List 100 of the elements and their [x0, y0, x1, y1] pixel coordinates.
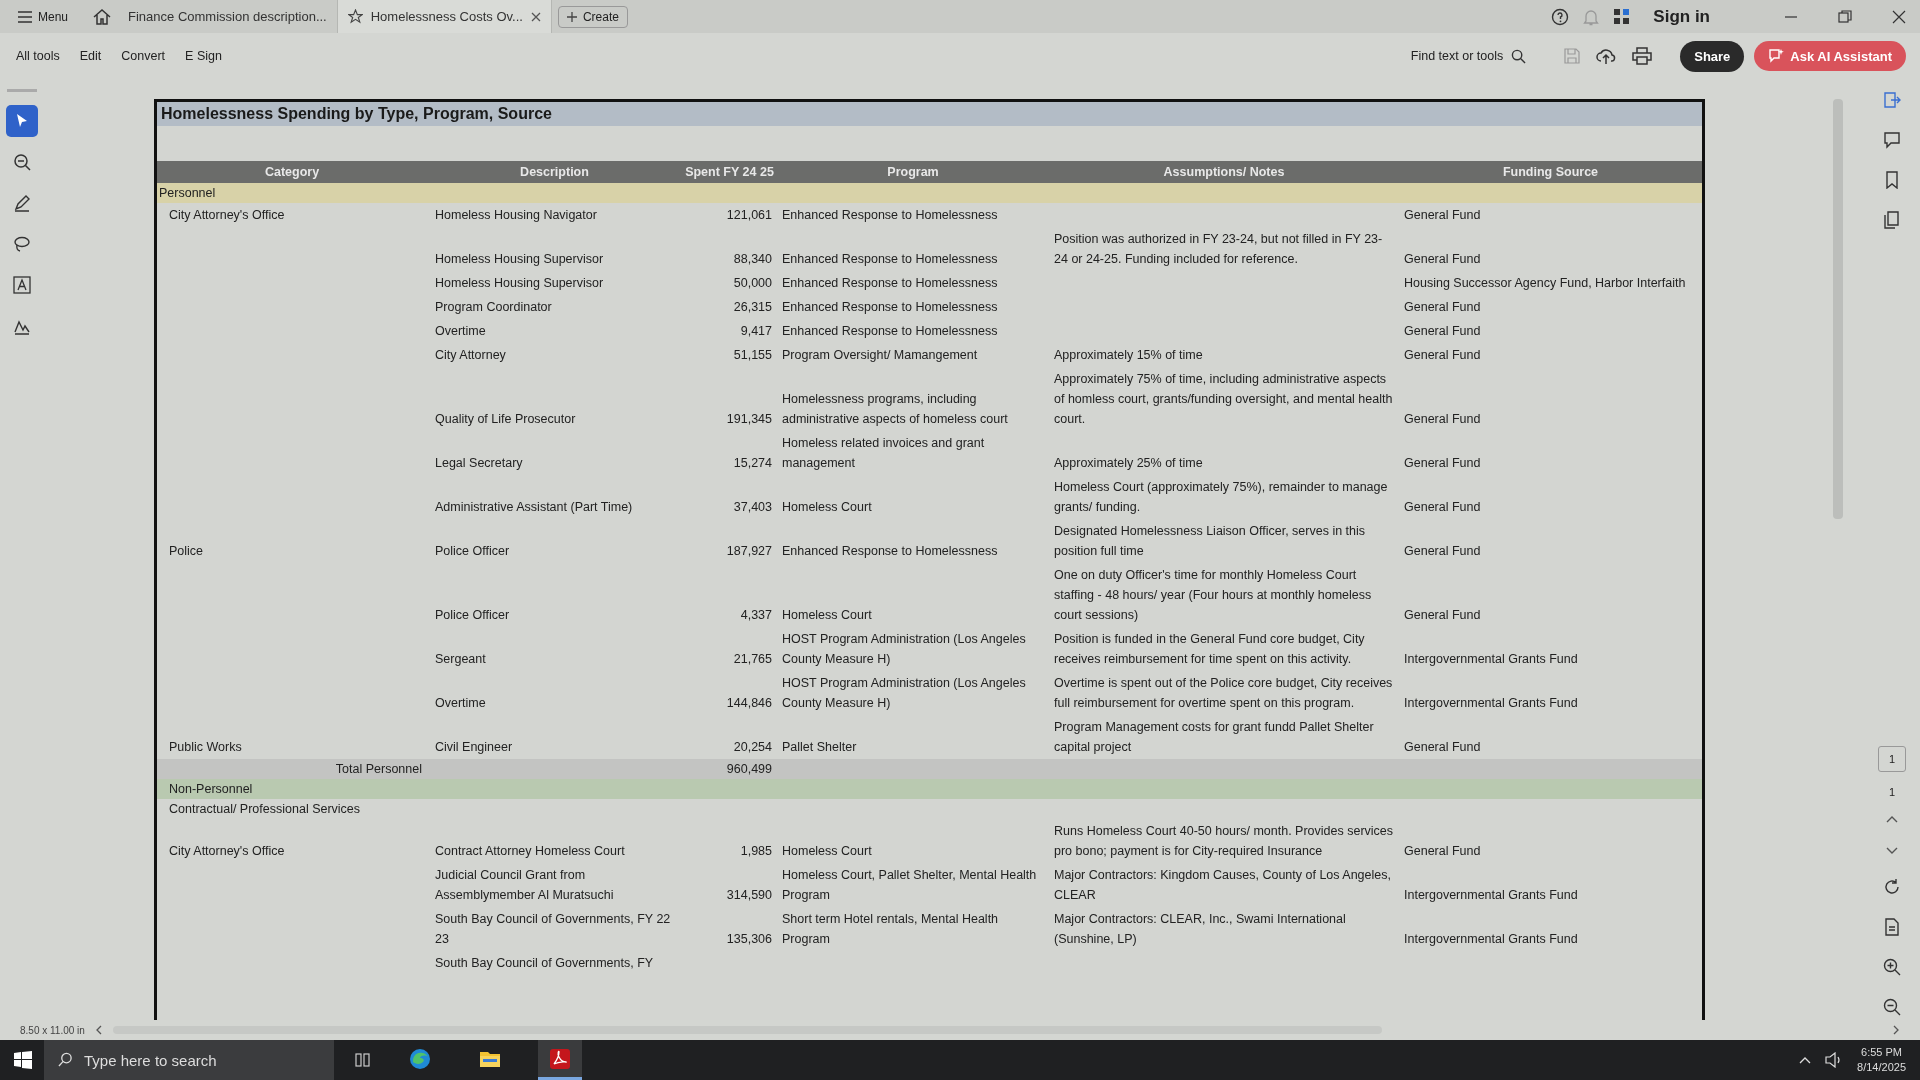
search-icon — [58, 1052, 73, 1067]
pen-icon — [13, 194, 31, 212]
notes-cell: Homeless Court (approximately 75%), remainder to manage grants/ funding. — [1054, 480, 1388, 514]
document-tab[interactable]: Homelessness Costs Ov... — [337, 0, 552, 33]
amount-cell: 144,846 — [726, 696, 772, 710]
description-cell: Sergeant — [435, 652, 486, 666]
help-icon[interactable] — [1551, 7, 1570, 26]
restore-icon[interactable] — [1838, 9, 1852, 24]
page-count: 1 — [1888, 786, 1896, 798]
toolbar-menu-item[interactable]: All tools — [14, 45, 62, 67]
clock[interactable]: 6:55 PM 8/14/2025 — [1857, 1045, 1906, 1075]
category-cell: City Attorney's Office — [169, 844, 285, 858]
funding-cell: Intergovernmental Grants Fund — [1404, 888, 1578, 902]
notes-cell: Designated Homelessness Liaison Officer, serves in this position full time — [1054, 524, 1366, 558]
funding-cell: General Fund — [1404, 324, 1481, 338]
apps-icon[interactable] — [1613, 7, 1632, 26]
program-cell: Enhanced Response to Homelessness — [782, 300, 998, 314]
print-icon[interactable] — [1632, 47, 1653, 65]
category-cell: City Attorney's Office — [169, 208, 285, 222]
funding-cell: General Fund — [1404, 544, 1481, 558]
zoom-out-icon[interactable] — [1883, 998, 1901, 1016]
description-cell: Quality of Life Prosecutor — [435, 412, 576, 426]
zoom-out-icon — [13, 153, 31, 171]
bookmark-icon[interactable] — [1883, 171, 1901, 189]
program-cell: Enhanced Response to Homelessness — [782, 208, 998, 222]
text-box-icon — [13, 276, 31, 294]
star-icon[interactable] — [347, 9, 363, 24]
pdf-app-icon[interactable] — [538, 1040, 582, 1080]
amount-cell: 26,315 — [733, 300, 772, 314]
select-tool[interactable] — [6, 105, 38, 137]
amount-cell: 314,590 — [726, 888, 772, 902]
program-cell: Homeless Court — [782, 844, 872, 858]
home-icon[interactable] — [92, 7, 113, 26]
toolbar-menu-item[interactable]: Convert — [119, 45, 168, 67]
pages-icon[interactable] — [1883, 211, 1901, 229]
tab-label: Finance Commission description... — [128, 9, 327, 24]
program-cell: HOST Program Administration (Los Angeles County Measure H) — [782, 676, 1026, 710]
program-cell: Homelessness programs, including administrative aspects of homeless court — [782, 392, 1008, 426]
lasso-icon — [13, 235, 31, 253]
export-icon[interactable] — [1883, 91, 1901, 109]
search-icon — [1511, 48, 1527, 64]
notes-cell: Approximately 25% of time — [1054, 456, 1203, 470]
taskbar-search-field[interactable]: Type here to search — [44, 1040, 334, 1080]
scroll-right-icon[interactable] — [1892, 1025, 1900, 1035]
notes-cell: Program Management costs for grant fundd Pallet Shelter capital project — [1054, 720, 1374, 754]
program-cell: Enhanced Response to Homelessness — [782, 252, 998, 266]
notes-cell: Runs Homeless Court 40-50 hours/ month. Provides services pro bono; payment is for City-required Insurance — [1054, 824, 1394, 858]
zoom-in-icon[interactable] — [1883, 958, 1901, 976]
description-cell: City Attorney — [435, 348, 506, 362]
chat-sparkle-icon — [1768, 48, 1785, 64]
description-cell: Judicial Council Grant from Assemblymember Al Muratsuchi — [435, 868, 614, 902]
share-button[interactable]: Share — [1680, 40, 1745, 72]
page-number-field[interactable]: 1 — [1878, 746, 1906, 772]
sign-in-button[interactable]: Sign in — [1645, 4, 1718, 29]
amount-cell: 1,985 — [740, 844, 772, 858]
refresh-icon[interactable] — [1883, 878, 1901, 896]
notes-cell: Overtime is spent out of the Police core budget, City receives full reimbursement for overtime spent on this program. — [1054, 676, 1393, 710]
ai-assistant-button[interactable]: Ask AI Assistant — [1754, 41, 1906, 71]
amount-cell: 51,155 — [733, 348, 772, 362]
funding-cell: Housing Successor Agency Fund, Harbor Interfaith — [1404, 276, 1686, 290]
program-cell: Short term Hotel rentals, Mental Health Program — [782, 912, 999, 946]
scrollbar-thumb[interactable] — [1833, 99, 1843, 519]
category-cell: Police — [169, 544, 204, 558]
funding-cell: General Fund — [1404, 208, 1481, 222]
amount-cell: 121,061 — [726, 208, 772, 222]
description-cell: Homeless Housing Supervisor — [435, 252, 604, 266]
toolbar-menu-item[interactable]: E Sign — [183, 45, 224, 67]
document-tab[interactable]: Finance Commission description... — [118, 0, 338, 33]
menu-button[interactable]: Menu — [14, 7, 73, 26]
document-icon[interactable] — [1883, 918, 1901, 936]
amount-cell: 135,306 — [726, 932, 772, 946]
tab-label: Homelessness Costs Ov... — [370, 9, 523, 24]
date-label: 8/14/2025 — [1857, 1060, 1906, 1075]
description-cell: Legal Secretary — [435, 456, 523, 470]
category-cell: Public Works — [169, 740, 242, 754]
plus-icon — [566, 11, 577, 22]
column-header: Program — [886, 165, 940, 179]
notes-cell: Major Contractors: Kingdom Causes, County of Los Angeles, CLEAR — [1054, 868, 1391, 902]
amount-cell: 37,403 — [733, 500, 772, 514]
program-cell: Enhanced Response to Homelessness — [782, 324, 998, 338]
description-cell: Administrative Assistant (Part Time) — [435, 500, 633, 514]
close-icon[interactable] — [1892, 9, 1906, 24]
section-label: Non-Personnel — [169, 782, 253, 796]
windows-start-icon[interactable] — [14, 1051, 32, 1069]
funding-cell: Intergovernmental Grants Fund — [1404, 932, 1578, 946]
comment-icon[interactable] — [1883, 131, 1901, 149]
scroll-left-icon[interactable] — [94, 1025, 103, 1035]
chevron-down-icon[interactable] — [1885, 846, 1899, 856]
chevron-up-icon[interactable] — [1885, 814, 1899, 824]
close-icon[interactable] — [530, 11, 541, 22]
total-amount: 960,499 — [726, 762, 772, 776]
task-view-icon[interactable] — [354, 1051, 372, 1069]
find-button[interactable]: Find text or tools — [1404, 47, 1533, 65]
total-label: Total Personnel — [335, 762, 422, 776]
toolbar-menu-item[interactable]: Edit — [77, 45, 104, 67]
create-button[interactable]: Create — [557, 5, 628, 28]
funding-cell: General Fund — [1404, 608, 1481, 622]
upload-icon[interactable] — [1596, 47, 1617, 65]
chevron-up-icon[interactable] — [1799, 1056, 1812, 1064]
amount-cell: 21,765 — [733, 652, 772, 666]
